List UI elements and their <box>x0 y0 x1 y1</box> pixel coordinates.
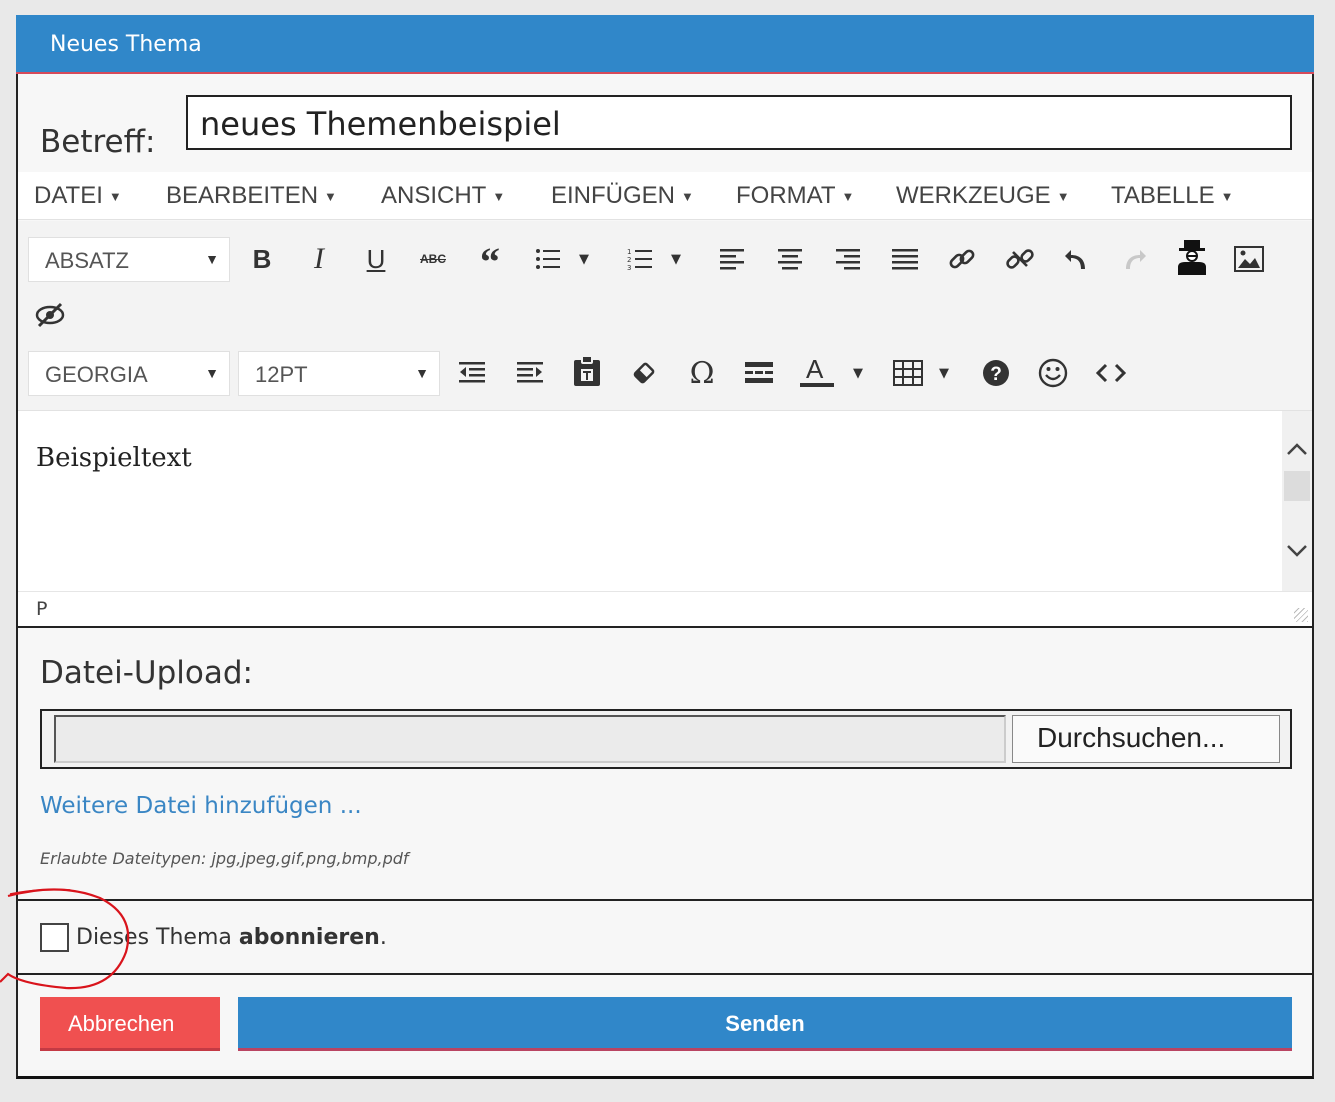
menu-datei-label: DATEI <box>34 182 103 209</box>
caret-down-icon: ▼ <box>841 189 855 205</box>
menu-tabelle[interactable]: TABELLE ▼ <box>1111 182 1233 210</box>
block-format-value: ABSATZ <box>45 248 129 273</box>
menu-format-label: FORMAT <box>736 182 836 209</box>
caret-down-icon: ▼ <box>324 189 337 205</box>
editor-scrollbar[interactable] <box>1282 411 1312 591</box>
subscribe-label-text: Dieses Thema <box>76 925 232 950</box>
font-family-select[interactable]: GEORGIA ▼ <box>28 351 230 396</box>
blockquote-icon[interactable]: “ <box>470 239 510 284</box>
editor-statusbar: P <box>18 591 1312 628</box>
text-color-caret-icon[interactable]: ▼ <box>848 353 868 393</box>
redo-icon[interactable] <box>1114 239 1154 279</box>
paste-icon[interactable] <box>567 351 607 391</box>
subscribe-label[interactable]: Dieses Thema abonnieren. <box>76 925 387 950</box>
subject-row: Betreff: neues Themenbeispiel <box>18 74 1312 186</box>
menu-einfuegen-label: EINFÜGEN <box>551 182 676 209</box>
file-path-field[interactable] <box>54 715 1006 763</box>
svg-text:A: A <box>806 354 824 384</box>
align-center-icon[interactable] <box>770 239 810 279</box>
new-topic-dialog: Neues Thema Betreff: neues Themenbeispie… <box>16 15 1314 1079</box>
underline-icon[interactable]: U <box>356 239 396 279</box>
indent-icon[interactable] <box>510 353 550 393</box>
svg-text:3: 3 <box>627 264 631 271</box>
divider <box>18 973 1312 975</box>
menu-werkzeuge[interactable]: WERKZEUGE ▼ <box>896 182 1070 210</box>
dialog-title: Neues Thema <box>16 15 1314 74</box>
menu-ansicht-label: ANSICHT <box>381 182 487 209</box>
caret-down-icon: ▼ <box>108 189 122 205</box>
allowed-file-types: Erlaubte Dateitypen: jpg,jpeg,gif,png,bm… <box>40 849 409 868</box>
align-justify-icon[interactable] <box>885 239 925 279</box>
browse-button[interactable]: Durchsuchen... <box>1012 715 1280 763</box>
horizontal-rule-icon[interactable] <box>739 353 779 393</box>
link-icon[interactable] <box>942 239 982 279</box>
send-button[interactable]: Senden <box>238 997 1292 1051</box>
menu-bearbeiten-label: BEARBEITEN <box>166 182 319 209</box>
menu-format[interactable]: FORMAT ▼ <box>736 182 854 210</box>
user-agent-icon[interactable] <box>1172 237 1212 277</box>
preview-hidden-icon[interactable] <box>30 295 70 335</box>
image-icon[interactable] <box>1229 239 1269 279</box>
editor-menubar: DATEI ▼ BEARBEITEN ▼ ANSICHT ▼ EINFÜGEN ▼ FO… <box>18 172 1312 220</box>
menu-tabelle-label: TABELLE <box>1111 182 1215 209</box>
add-file-link[interactable]: Weitere Datei hinzufügen ... <box>40 793 362 819</box>
menu-einfuegen[interactable]: EINFÜGEN ▼ <box>551 182 694 210</box>
scroll-down-chevron-icon[interactable] <box>1286 543 1308 559</box>
file-upload-control: Durchsuchen... <box>40 709 1292 769</box>
help-icon[interactable]: ? <box>976 353 1016 393</box>
caret-down-icon: ▼ <box>415 365 429 381</box>
font-size-select[interactable]: 12PT ▼ <box>238 351 440 396</box>
italic-icon[interactable]: I <box>299 239 339 279</box>
table-caret-icon[interactable]: ▼ <box>934 353 954 393</box>
font-family-value: GEORGIA <box>45 362 148 387</box>
bullet-list-icon[interactable] <box>528 239 568 279</box>
caret-down-icon: ▼ <box>1056 189 1070 205</box>
resize-grip-icon[interactable] <box>1294 608 1308 622</box>
clear-format-eraser-icon[interactable] <box>624 353 664 393</box>
caret-down-icon: ▼ <box>1220 189 1234 205</box>
text-color-icon[interactable]: A <box>797 351 837 391</box>
bullet-list-caret-icon[interactable]: ▼ <box>574 239 594 279</box>
subscribe-label-bold: abonnieren <box>238 925 380 950</box>
font-size-value: 12PT <box>255 362 308 387</box>
unlink-icon[interactable] <box>1000 239 1040 279</box>
outdent-icon[interactable] <box>452 353 492 393</box>
caret-down-icon: ▼ <box>492 189 506 205</box>
menu-ansicht[interactable]: ANSICHT ▼ <box>381 182 505 210</box>
special-char-omega-icon[interactable]: Ω <box>682 353 722 393</box>
scroll-thumb[interactable] <box>1284 471 1310 501</box>
menu-datei[interactable]: DATEI ▼ <box>34 182 122 210</box>
svg-text:2: 2 <box>627 256 631 264</box>
menu-werkzeuge-label: WERKZEUGE <box>896 182 1051 209</box>
subject-input[interactable]: neues Themenbeispiel <box>186 95 1292 150</box>
caret-down-icon: ▼ <box>681 189 694 205</box>
editor-toolbar: ABSATZ ▼ B I U ABC “ ▼ 123 ▼ GEORGIA ▼ 1… <box>18 221 1312 411</box>
menu-bearbeiten[interactable]: BEARBEITEN ▼ <box>166 182 337 210</box>
caret-down-icon: ▼ <box>205 251 219 267</box>
element-path[interactable]: P <box>36 598 47 620</box>
cancel-button[interactable]: Abbrechen <box>40 997 220 1051</box>
numbered-list-icon[interactable]: 123 <box>620 239 660 279</box>
align-right-icon[interactable] <box>828 239 868 279</box>
numbered-list-caret-icon[interactable]: ▼ <box>666 239 686 279</box>
table-icon[interactable] <box>888 353 928 393</box>
upload-title: Datei-Upload: <box>40 655 253 691</box>
editor-text[interactable]: Beispieltext <box>36 443 192 473</box>
subject-label: Betreff: <box>40 124 156 160</box>
caret-down-icon: ▼ <box>205 365 219 381</box>
align-left-icon[interactable] <box>712 239 752 279</box>
subscribe-checkbox[interactable] <box>40 923 69 952</box>
undo-icon[interactable] <box>1057 239 1097 279</box>
svg-text:?: ? <box>990 364 1002 385</box>
block-format-select[interactable]: ABSATZ ▼ <box>28 237 230 282</box>
svg-text:1: 1 <box>627 248 631 256</box>
bold-icon[interactable]: B <box>242 239 282 279</box>
subscribe-row: Dieses Thema abonnieren. <box>18 901 1312 974</box>
strikethrough-icon[interactable]: ABC <box>413 239 453 279</box>
subscribe-label-end: . <box>379 925 387 950</box>
emoticon-smile-icon[interactable] <box>1033 353 1073 393</box>
editor-content-area[interactable]: Beispieltext <box>18 411 1312 591</box>
source-code-icon[interactable] <box>1091 353 1131 393</box>
scroll-up-chevron-icon[interactable] <box>1286 441 1308 457</box>
